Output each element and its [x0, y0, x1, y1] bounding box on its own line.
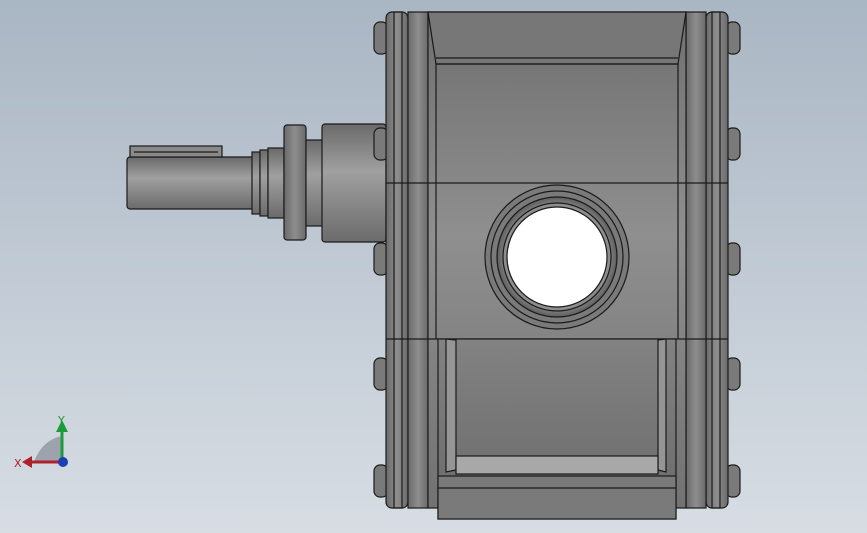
triad-x-label: X — [14, 457, 22, 470]
left-cover — [385, 11, 429, 509]
triad-y-label: Y — [57, 414, 65, 427]
right-cover — [685, 11, 729, 509]
outlet-port — [484, 184, 630, 330]
drive-shaft — [126, 123, 387, 243]
orientation-triad: Y X — [14, 414, 68, 470]
triad-z-axis — [58, 457, 68, 467]
triad-plane-shading — [34, 436, 62, 462]
gear-pump-model[interactable] — [0, 0, 867, 533]
graphics-viewport[interactable]: Y X — [0, 0, 867, 533]
